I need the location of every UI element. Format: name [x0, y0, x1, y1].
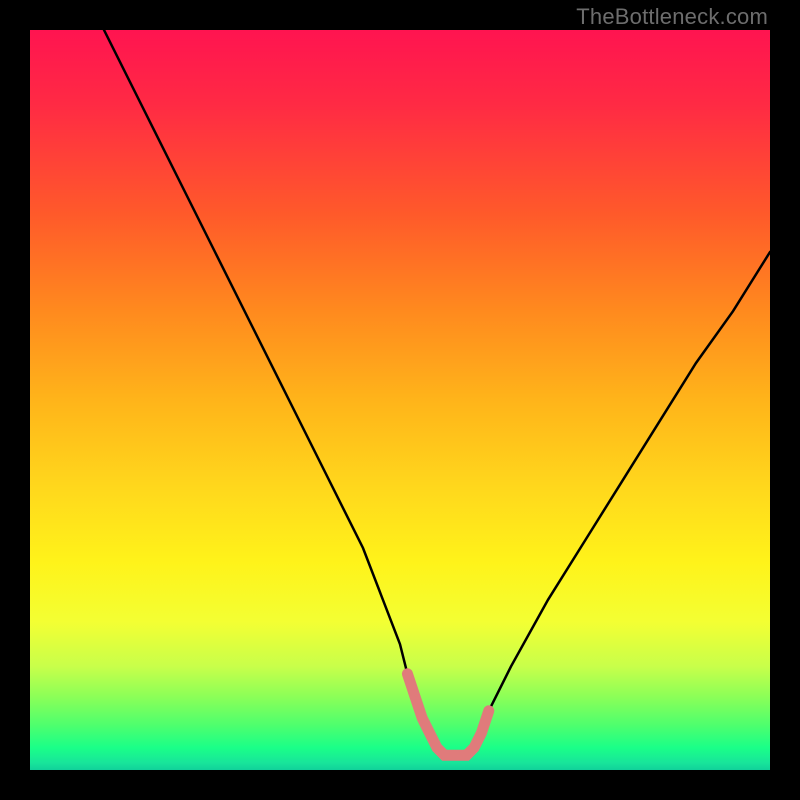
bottleneck-curve-path [104, 30, 770, 755]
plot-area [30, 30, 770, 770]
bottleneck-floor-path [407, 674, 488, 755]
chart-svg [30, 30, 770, 770]
chart-frame: TheBottleneck.com [0, 0, 800, 800]
watermark-text: TheBottleneck.com [576, 4, 768, 30]
